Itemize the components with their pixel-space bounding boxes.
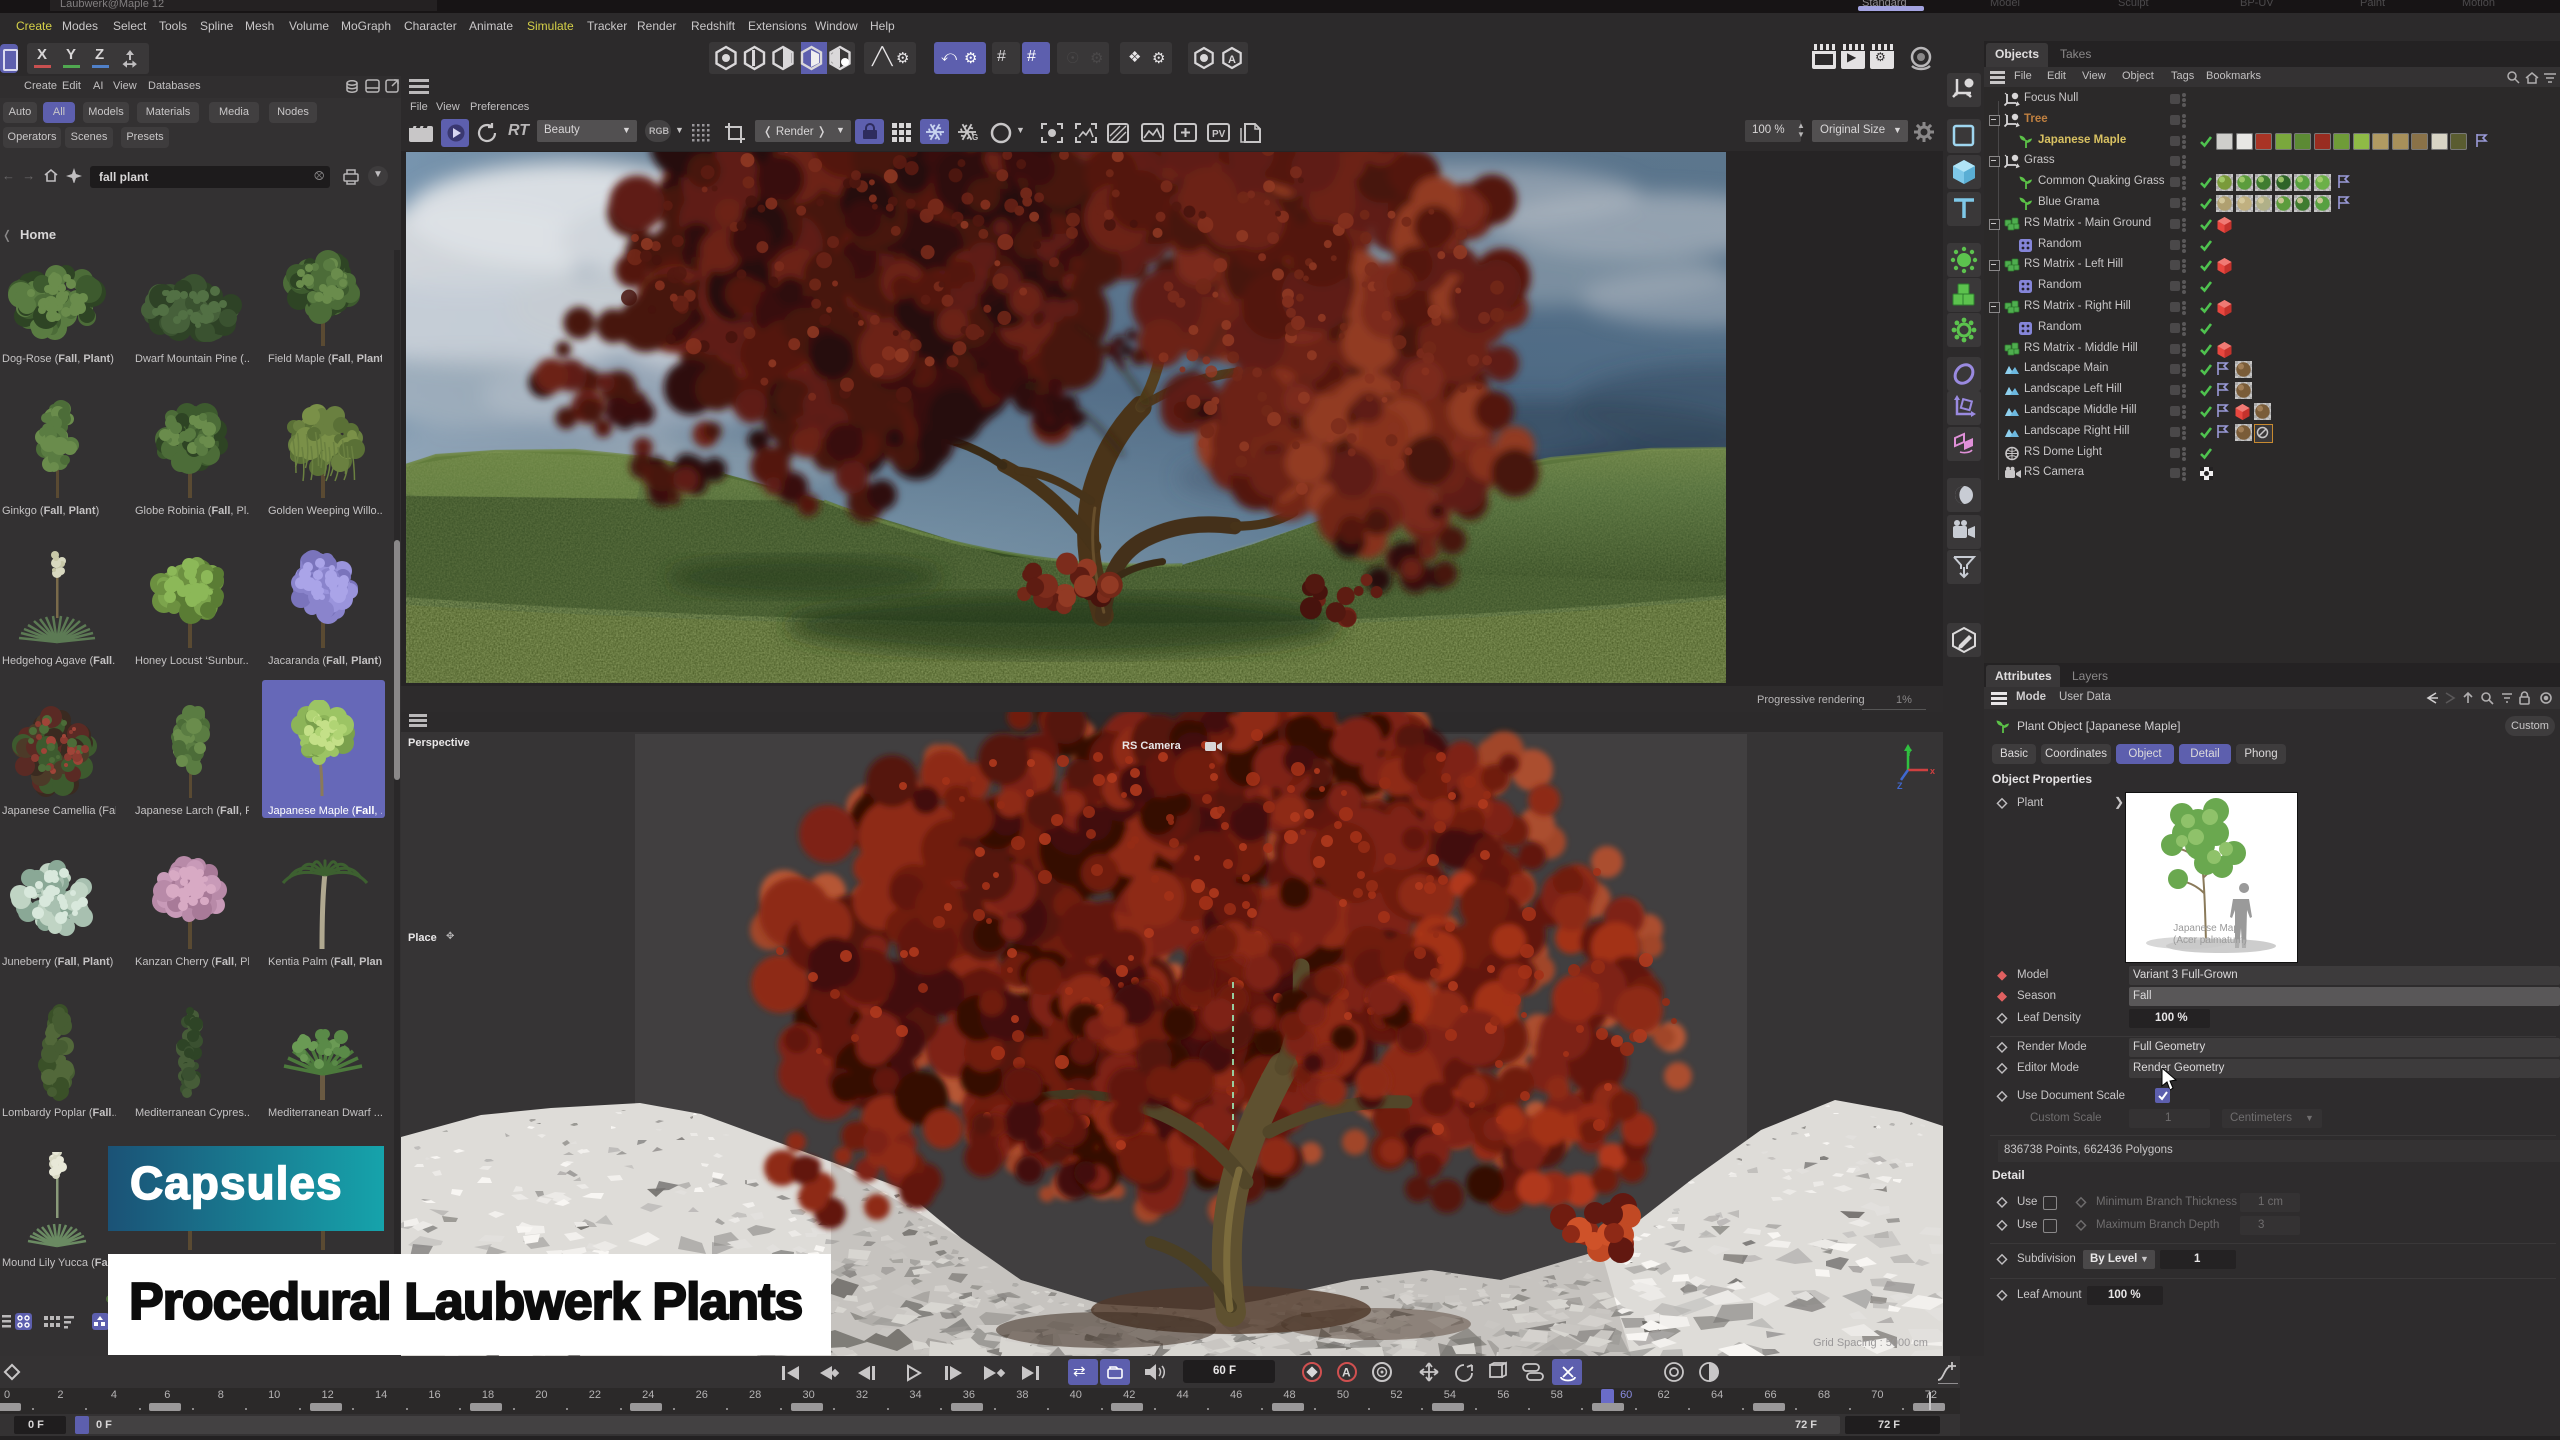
svg-text:Y: Y [1906,748,1912,758]
svg-text:A: A [1342,1366,1351,1380]
svg-text:A: A [1228,54,1236,66]
svg-text:(Acer palmatum): (Acer palmatum) [2173,935,2247,946]
svg-text:Z: Z [1897,781,1903,790]
svg-text:Japanese Maple: Japanese Maple [2173,923,2247,934]
svg-text:PV: PV [1212,129,1226,140]
svg-text:x: x [1930,766,1935,776]
